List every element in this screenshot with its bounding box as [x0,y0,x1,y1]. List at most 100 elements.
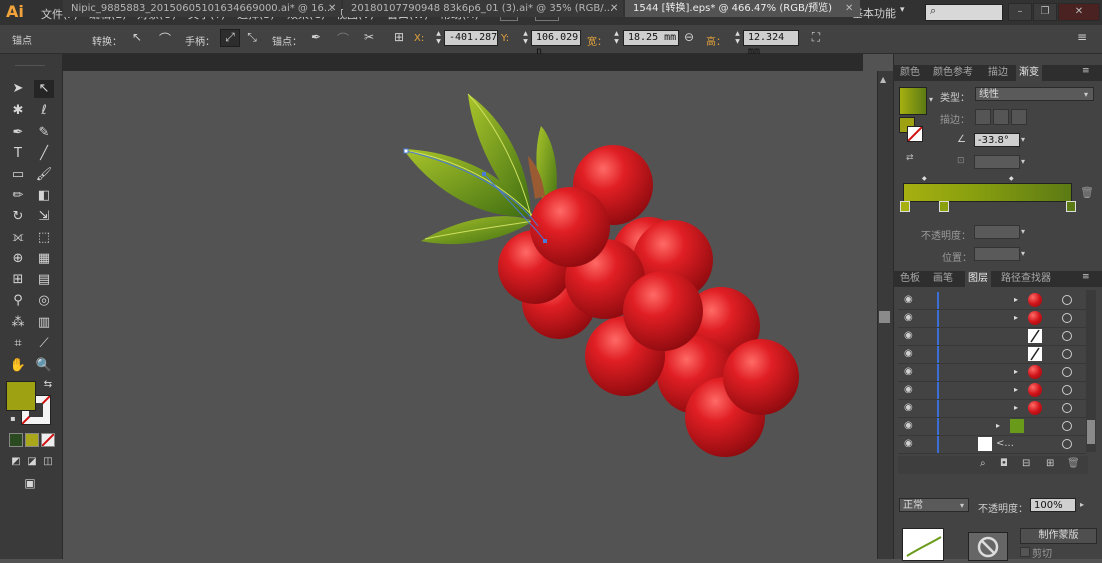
width-stepper-icon[interactable]: ▲ ▼ [612,30,621,46]
target-circle-icon[interactable] [1062,367,1072,377]
gradient-opacity-field[interactable] [974,225,1020,239]
midpoint-diamond-1-icon[interactable]: ◆ [922,175,927,182]
perspective-grid-tool-icon[interactable]: ▦ [34,250,54,268]
scroll-up-icon[interactable]: ▲ [880,75,886,84]
make-clipping-mask-icon[interactable]: ◘ [1000,458,1008,469]
search-input[interactable] [925,4,1003,21]
tab-close-1-icon[interactable]: ✕ [328,0,336,17]
target-circle-icon[interactable] [1062,403,1072,413]
transparency-opacity-arrow-icon[interactable]: ▸ [1080,500,1084,509]
transparency-opacity-field[interactable]: 100% [1030,498,1076,512]
convert-smooth-icon[interactable]: ⌒ [156,30,174,46]
berry[interactable] [723,339,799,415]
color-stop-1[interactable] [900,201,910,212]
tab-document-2[interactable]: 20180107790948 83k6p6_01 (3).ai* @ 35% (… [343,0,623,17]
visibility-eye-icon[interactable]: ◉ [904,384,913,395]
layer-row[interactable]: ◉ ▸ [898,364,1086,382]
eraser-tool-icon[interactable]: ◧ [34,187,54,205]
expand-arrow-icon[interactable]: ▸ [996,421,1000,430]
tab-brushes[interactable]: 画笔 [933,271,953,287]
gradient-slider[interactable] [903,183,1072,202]
height-field[interactable]: 12.324 mm [743,30,799,57]
aspect-ratio-dropdown-icon[interactable]: ▾ [1021,157,1025,166]
close-button[interactable]: ✕ [1058,3,1100,21]
mesh-tool-icon[interactable]: ⊞ [8,271,28,289]
stroke-along-icon[interactable] [993,109,1009,125]
layer-row[interactable]: ◉ ▸ [898,400,1086,418]
draw-inside-icon[interactable]: ◫ [38,453,58,471]
visibility-eye-icon[interactable]: ◉ [904,348,913,359]
height-stepper-icon[interactable]: ▲ ▼ [733,30,742,46]
cut-path-icon[interactable]: ✂ [360,30,378,46]
slice-tool-icon[interactable]: ⟋ [34,335,54,353]
gradient-type-select[interactable]: 线性 [975,87,1094,101]
line-tool-icon[interactable]: ╱ [34,145,54,163]
tab-swatches[interactable]: 色板 [900,271,920,287]
width-field[interactable]: 18.25 mm [623,30,679,46]
panel-menu-icon[interactable]: ≡ [1082,66,1090,76]
delete-layer-icon[interactable]: 🗑 [1067,458,1080,469]
color-stop-2[interactable] [939,201,949,212]
minimize-button[interactable]: – [1008,3,1032,21]
visibility-eye-icon[interactable]: ◉ [904,366,913,377]
x-stepper-icon[interactable]: ▲ ▼ [434,30,443,46]
tab-stroke[interactable]: 描边 [988,65,1008,81]
layer-row[interactable]: ◉ ▸ [898,418,1086,436]
free-transform-tool-icon[interactable]: ⬚ [34,229,54,247]
angle-dropdown-icon[interactable]: ▾ [1021,135,1025,144]
target-circle-icon[interactable] [1062,331,1072,341]
magic-wand-tool-icon[interactable]: ✱ [8,102,28,120]
gradient-angle-field[interactable]: -33.8° [974,133,1020,147]
default-colors-icon[interactable]: ▪ [3,410,23,428]
convert-corner-icon[interactable]: ↖ [128,30,146,46]
transform-icon[interactable]: ⛶ [807,30,825,46]
target-circle-icon[interactable] [1062,349,1072,359]
gradient-type-dropdown-icon[interactable]: ▾ [1084,90,1088,99]
gradient-tool-icon[interactable]: ▤ [34,271,54,289]
layer-name[interactable]: <... [996,438,1014,449]
target-circle-icon[interactable] [1062,295,1072,305]
clip-checkbox[interactable] [1020,547,1030,557]
rectangle-tool-icon[interactable]: ▭ [8,166,28,184]
screen-mode-icon[interactable]: ▣ [20,474,40,492]
layer-row[interactable]: ◉ ▸ [898,292,1086,310]
connect-endpoints-icon[interactable]: ⌒ [334,30,352,46]
expand-arrow-icon[interactable]: ▸ [1014,313,1018,322]
direct-selection-tool-icon[interactable]: ↖ [34,80,54,98]
grape-illustration[interactable] [63,71,876,559]
expand-arrow-icon[interactable]: ▸ [1014,367,1018,376]
color-mode-icon[interactable] [9,433,23,447]
tab-gradient[interactable]: 渐变 [1016,65,1042,81]
swap-fill-stroke-icon[interactable]: ⇆ [38,376,58,394]
layer-row[interactable]: ◉ ▸ [898,310,1086,328]
new-layer-icon[interactable]: ⊞ [1046,458,1054,469]
scale-tool-icon[interactable]: ⇲ [34,208,54,226]
artboard-canvas[interactable] [63,71,876,559]
zoom-tool-icon[interactable]: 🔍 [34,357,54,375]
delete-stop-icon[interactable]: 🗑 [1080,186,1094,199]
berry[interactable] [623,271,703,351]
control-options-icon[interactable]: ≡ [1073,30,1091,46]
new-sublayer-icon[interactable]: ⊟ [1022,458,1030,469]
layer-row[interactable]: ◉ ▸ [898,382,1086,400]
hand-tool-icon[interactable]: ✋ [8,357,28,375]
expand-arrow-icon[interactable]: ▸ [1014,403,1018,412]
eyedropper-tool-icon[interactable]: ⚲ [8,292,28,310]
expand-arrow-icon[interactable]: ▸ [1014,385,1018,394]
make-mask-button[interactable]: 制作蒙版 [1020,528,1097,544]
rotate-tool-icon[interactable]: ↻ [8,208,28,226]
gradient-position-dropdown-icon[interactable]: ▾ [1021,249,1025,258]
gradient-opacity-dropdown-icon[interactable]: ▾ [1021,227,1025,236]
target-circle-icon[interactable] [1062,439,1072,449]
x-field[interactable]: -401.287 [444,30,498,46]
width-tool-icon[interactable]: ⟗ [8,229,28,247]
target-circle-icon[interactable] [1062,421,1072,431]
tab-pathfinder[interactable]: 路径查找器 [1001,271,1051,287]
fill-swatch-front[interactable] [6,381,36,411]
none-mode-icon[interactable] [41,433,55,447]
gradient-mode-icon[interactable] [25,433,39,447]
layer-row[interactable]: ◉ [898,328,1086,346]
gradient-preset-dropdown-icon[interactable]: ▾ [929,95,933,104]
y-stepper-icon[interactable]: ▲ ▼ [521,30,530,46]
blend-tool-icon[interactable]: ◎ [34,292,54,310]
